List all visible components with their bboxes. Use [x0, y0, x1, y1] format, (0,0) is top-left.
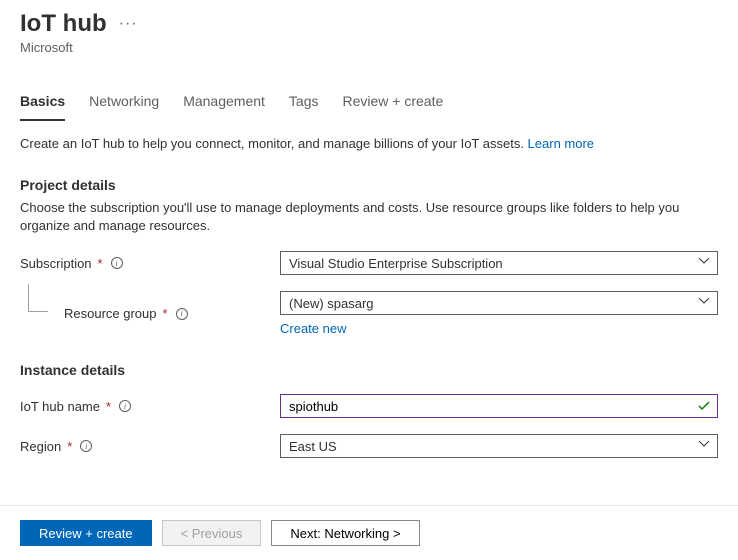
- project-details-heading: Project details: [20, 177, 718, 193]
- chevron-down-icon: [699, 258, 709, 268]
- info-icon[interactable]: i: [111, 257, 123, 269]
- project-details-desc: Choose the subscription you'll use to ma…: [20, 199, 718, 235]
- region-select[interactable]: East US: [280, 434, 718, 458]
- subscription-label: Subscription* i: [20, 256, 280, 271]
- next-button[interactable]: Next: Networking >: [271, 520, 419, 546]
- chevron-down-icon: [699, 298, 709, 308]
- subscription-select[interactable]: Visual Studio Enterprise Subscription: [280, 251, 718, 275]
- previous-button: < Previous: [162, 520, 262, 546]
- chevron-down-icon: [699, 441, 709, 451]
- intro-text: Create an IoT hub to help you connect, m…: [20, 136, 718, 151]
- iothub-name-label: IoT hub name* i: [20, 399, 280, 414]
- page-title: IoT hub: [20, 10, 107, 38]
- resource-group-select[interactable]: (New) spasarg: [280, 291, 718, 315]
- resource-group-value: (New) spasarg: [289, 296, 374, 311]
- review-create-button[interactable]: Review + create: [20, 520, 152, 546]
- tree-connector: [28, 284, 48, 312]
- footer-bar: Review + create < Previous Next: Network…: [0, 505, 738, 560]
- tab-review[interactable]: Review + create: [342, 87, 443, 121]
- region-value: East US: [289, 439, 337, 454]
- info-icon[interactable]: i: [176, 308, 188, 320]
- iothub-name-input[interactable]: [280, 394, 718, 418]
- resource-group-label: Resource group* i: [20, 306, 280, 321]
- tab-bar: Basics Networking Management Tags Review…: [0, 87, 738, 122]
- tab-basics[interactable]: Basics: [20, 87, 65, 121]
- region-label: Region* i: [20, 439, 280, 454]
- info-icon[interactable]: i: [119, 400, 131, 412]
- publisher-name: Microsoft: [20, 40, 718, 55]
- more-menu-icon[interactable]: ···: [119, 15, 138, 33]
- info-icon[interactable]: i: [80, 440, 92, 452]
- learn-more-link[interactable]: Learn more: [528, 136, 594, 151]
- check-icon: [698, 401, 710, 411]
- tab-management[interactable]: Management: [183, 87, 265, 121]
- subscription-value: Visual Studio Enterprise Subscription: [289, 256, 503, 271]
- instance-details-heading: Instance details: [20, 362, 718, 378]
- create-new-link[interactable]: Create new: [280, 321, 718, 336]
- tab-tags[interactable]: Tags: [289, 87, 319, 121]
- tab-networking[interactable]: Networking: [89, 87, 159, 121]
